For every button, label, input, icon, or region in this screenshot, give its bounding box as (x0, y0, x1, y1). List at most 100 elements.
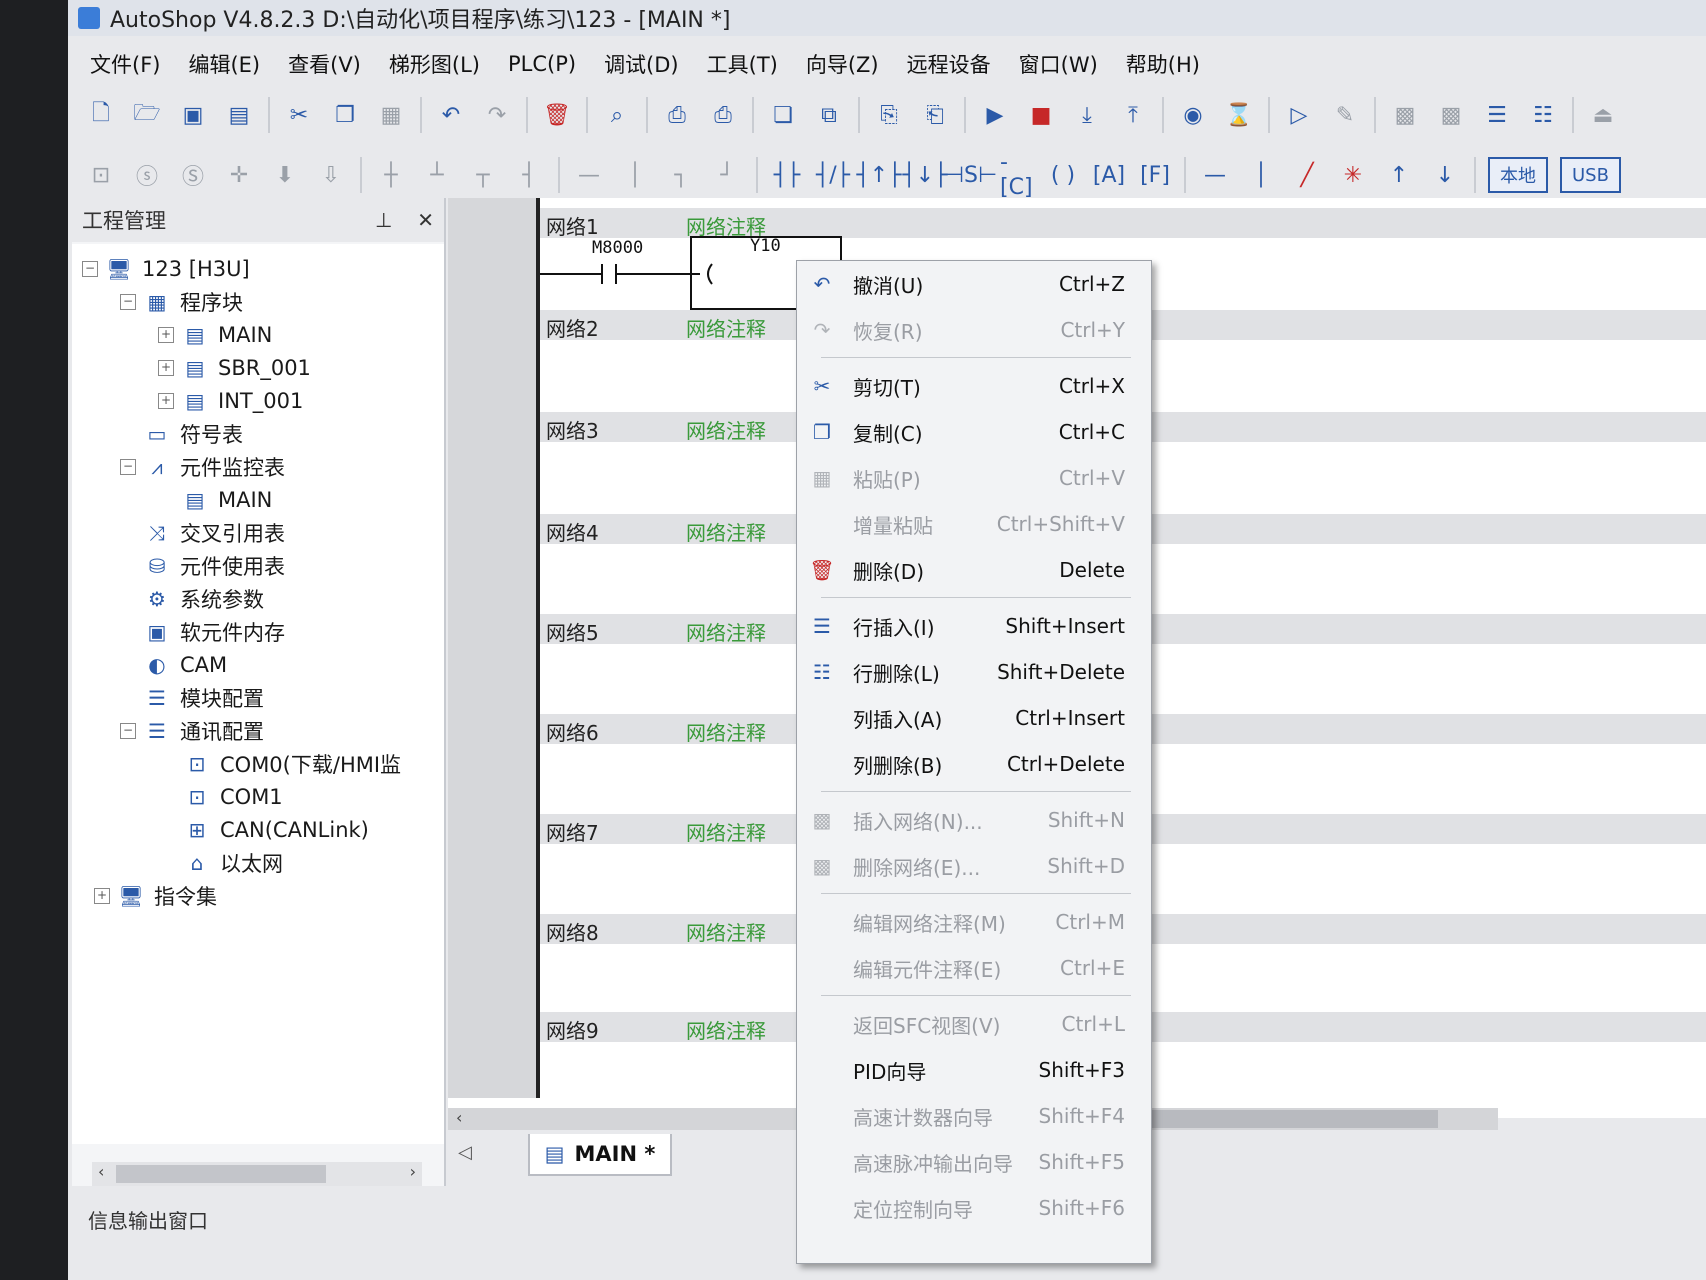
tree-can[interactable]: ⊞ CAN(CANLink) (184, 815, 369, 845)
collapse-icon[interactable]: − (120, 723, 136, 739)
branch-close-icon[interactable]: ┤ (512, 158, 546, 192)
stl-view-icon[interactable]: Ⓢ (176, 158, 210, 192)
network-comment[interactable]: 网络注释 (686, 1015, 766, 1044)
run-icon[interactable]: ▶ (978, 98, 1012, 132)
save-all-icon[interactable]: ▤ (222, 98, 256, 132)
menu-item-hs-pulse-wizard[interactable]: 高速脉冲输出向导 Shift+F5 (797, 1143, 1151, 1181)
menu-item-pid-wizard[interactable]: PID向导 Shift+F3 (797, 1051, 1151, 1089)
no-contact-icon[interactable]: ┤├ (770, 158, 804, 192)
network-comment[interactable]: 网络注释 (686, 817, 766, 846)
menu-ladder[interactable]: 梯形图(L) (389, 49, 480, 79)
paste-icon[interactable]: ▦ (374, 98, 408, 132)
menu-item-insert-row[interactable]: ☰ 行插入(I) Shift+Insert (797, 607, 1151, 645)
menu-tools[interactable]: 工具(T) (707, 49, 778, 79)
move-down-outline-icon[interactable]: ⇩ (314, 158, 348, 192)
local-connection-button[interactable]: 本地 (1488, 157, 1548, 193)
tree-int[interactable]: + ▤ INT_001 (158, 386, 303, 416)
download-icon[interactable]: ⤓ (1070, 98, 1104, 132)
menu-edit[interactable]: 编辑(E) (188, 49, 260, 79)
compare-contact-icon[interactable]: -[C] (1000, 150, 1034, 200)
function-block-icon[interactable]: [F] (1138, 158, 1172, 192)
menu-item-redo[interactable]: ↷ 恢复(R) Ctrl+Y (797, 311, 1151, 349)
save-icon[interactable]: ▣ (176, 98, 210, 132)
tree-sys-params[interactable]: ⚙ 系统参数 (144, 584, 264, 614)
rising-edge-icon[interactable]: ┤↑├ (857, 158, 902, 192)
move-down-icon[interactable]: ⬇ (268, 158, 302, 192)
menu-item-paste[interactable]: ▦ 粘贴(P) Ctrl+V (797, 459, 1151, 497)
close-icon[interactable]: ✕ (417, 208, 434, 232)
upload-icon[interactable]: ⤒ (1116, 98, 1150, 132)
tree-soft-mem[interactable]: ▣ 软元件内存 (144, 617, 285, 647)
menu-item-delete-network[interactable]: ▩ 删除网络(E)... Shift+D (797, 847, 1151, 885)
tree-monitor-table[interactable]: − ⩘ 元件监控表 (120, 452, 285, 482)
network-header[interactable]: 网络1 网络注释 (540, 208, 1706, 239)
menu-item-insert-column[interactable]: 列插入(A) Ctrl+Insert (797, 699, 1151, 737)
search-icon[interactable]: ⌕ (600, 98, 634, 132)
network-comment[interactable]: 网络注释 (686, 415, 766, 444)
tree-monitor-main[interactable]: ▤ MAIN (182, 485, 273, 515)
rung-1[interactable]: M8000 Y10 (540, 236, 842, 310)
expand-icon[interactable]: + (158, 393, 174, 409)
start-monitor-icon[interactable]: ▷ (1282, 98, 1316, 132)
scrollbar-thumb[interactable] (116, 1165, 326, 1183)
draw-vertical-icon[interactable]: │ (1244, 158, 1278, 192)
open-folder-icon[interactable]: 🗁 (130, 98, 164, 132)
tree-root[interactable]: − 🖥 123 [H3U] (82, 254, 250, 284)
menu-wizard[interactable]: 向导(Z) (806, 49, 879, 79)
menu-item-return-sfc[interactable]: 返回SFC视图(V) Ctrl+L (797, 1005, 1151, 1043)
delete-row-icon[interactable]: ☷ (1526, 98, 1560, 132)
reset-icon[interactable]: ⏏ (1586, 98, 1620, 132)
sfc-view-icon[interactable]: ⓢ (130, 158, 164, 192)
tree-usage-table[interactable]: ⛁ 元件使用表 (144, 551, 285, 581)
expand-icon[interactable]: + (158, 327, 174, 343)
insert-network-icon[interactable]: ▩ (1388, 98, 1422, 132)
tree-instruction-set[interactable]: + 🖥 指令集 (94, 881, 217, 911)
tree-ethernet[interactable]: ⌂ 以太网 (184, 848, 283, 878)
nc-contact-icon[interactable]: ┤/├ (816, 158, 850, 192)
network-comment[interactable]: 网络注释 (686, 617, 766, 646)
coil-icon[interactable]: ( ) (1046, 158, 1080, 192)
set-contact-icon[interactable]: ⊣S⊢ (945, 158, 997, 192)
branch-up-icon[interactable]: ┴ (420, 158, 454, 192)
menu-item-positioning-wizard[interactable]: 定位控制向导 Shift+F6 (797, 1189, 1151, 1227)
corner-line-icon[interactable]: ┐ (664, 158, 698, 192)
tree-symbol-table[interactable]: ▭ 符号表 (144, 419, 243, 449)
network-comment[interactable]: 网络注释 (686, 917, 766, 946)
menu-item-delete-row[interactable]: ☷ 行删除(L) Shift+Delete (797, 653, 1151, 691)
horizontal-line-icon[interactable]: — (572, 158, 606, 192)
scroll-left-icon[interactable]: ‹ (456, 1108, 462, 1127)
menu-item-edit-network-comment[interactable]: 编辑网络注释(M) Ctrl+M (797, 903, 1151, 941)
usb-connection-button[interactable]: USB (1560, 157, 1621, 193)
tree-sbr[interactable]: + ▤ SBR_001 (158, 353, 311, 383)
tree-comm-config[interactable]: − ☰ 通讯配置 (120, 716, 264, 746)
scroll-left-icon[interactable]: ‹ (98, 1162, 104, 1181)
menu-item-hs-counter-wizard[interactable]: 高速计数器向导 Shift+F4 (797, 1097, 1151, 1135)
network-comment[interactable]: 网络注释 (686, 717, 766, 746)
tree-com0[interactable]: ⊡ COM0(下载/HMI监 (184, 749, 401, 779)
window-switch-icon[interactable]: ⧉ (812, 98, 846, 132)
menu-item-copy[interactable]: ❐ 复制(C) Ctrl+C (797, 413, 1151, 451)
vertical-line-icon[interactable]: │ (618, 158, 652, 192)
collapse-icon[interactable]: − (82, 261, 98, 277)
menu-file[interactable]: 文件(F) (90, 49, 160, 79)
menu-remote-device[interactable]: 远程设备 (907, 49, 991, 79)
undo-icon[interactable]: ↶ (434, 98, 468, 132)
cut-icon[interactable]: ✂ (282, 98, 316, 132)
erase-horizontal-icon[interactable]: ╱ (1290, 158, 1324, 192)
menu-item-insert-network[interactable]: ▩ 插入网络(N)... Shift+N (797, 801, 1151, 839)
arrow-down-icon[interactable]: ↓ (1428, 158, 1462, 192)
application-instruction-icon[interactable]: [A] (1092, 158, 1126, 192)
erase-vertical-icon[interactable]: ✳ (1336, 158, 1370, 192)
redo-icon[interactable]: ↷ (480, 98, 514, 132)
expand-icon[interactable]: + (158, 360, 174, 376)
trace-icon[interactable]: ⌛ (1222, 98, 1256, 132)
network-comment[interactable]: 网络注释 (686, 517, 766, 546)
edit-mode-icon[interactable]: ✎ (1328, 98, 1362, 132)
print-preview-icon[interactable]: ⎙ (660, 98, 694, 132)
tree-program-block[interactable]: − ▦ 程序块 (120, 287, 243, 317)
delete-icon[interactable]: 🗑 (540, 98, 574, 132)
tab-main[interactable]: ▤ MAIN * (528, 1134, 672, 1176)
insert-row-icon[interactable]: ☰ (1480, 98, 1514, 132)
menu-help[interactable]: 帮助(H) (1126, 49, 1200, 79)
menu-item-delete[interactable]: 🗑 删除(D) Delete (797, 551, 1151, 589)
